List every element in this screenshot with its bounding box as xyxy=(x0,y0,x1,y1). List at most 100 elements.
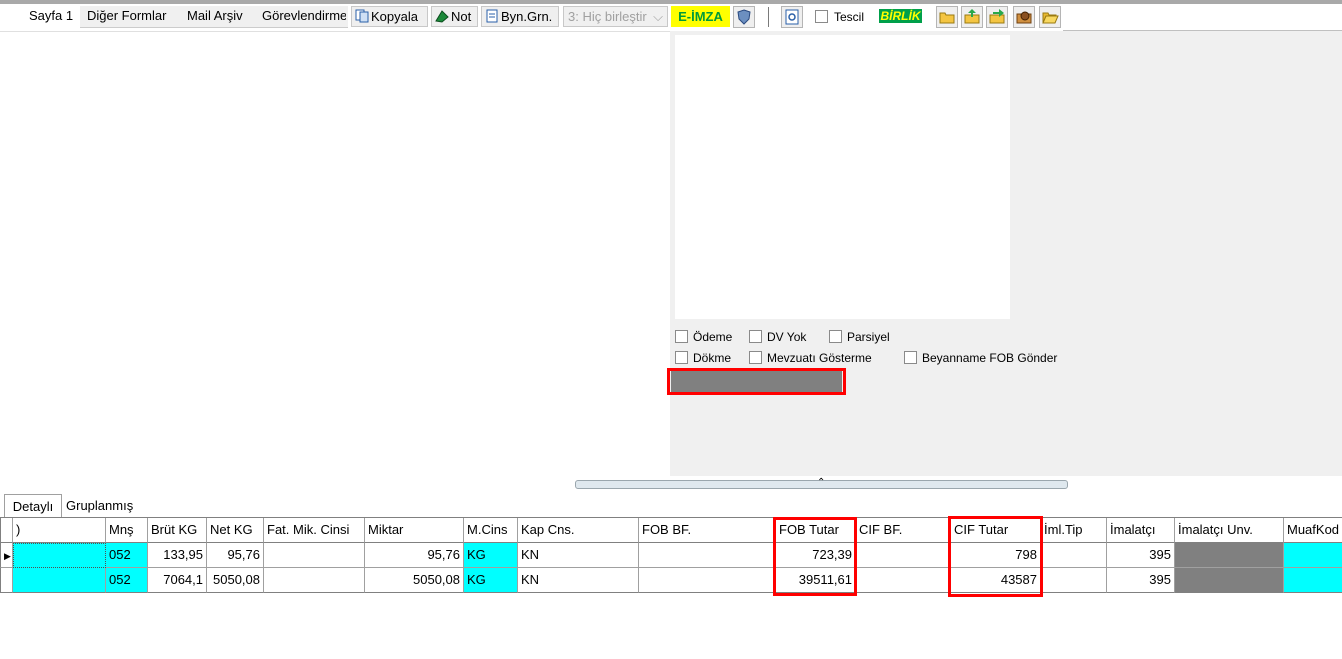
folder-arrow-icon xyxy=(989,9,1005,24)
note-icon xyxy=(435,9,449,23)
merge-select[interactable]: 3: Hiç birleştir ⌵ xyxy=(563,6,668,27)
table-cell-net-kg[interactable]: 95,76 xyxy=(207,543,264,568)
table-cell[interactable] xyxy=(13,568,106,593)
dokme-label: Dökme xyxy=(693,351,732,365)
chevron-down-icon: ⌵ xyxy=(653,9,663,24)
col-header-net-kg[interactable]: Net KG xyxy=(207,518,264,543)
parsiyel-label: Parsiyel xyxy=(847,330,890,344)
preview-box xyxy=(675,35,1010,319)
tab-mail-arsiv[interactable]: Mail Arşiv xyxy=(187,6,243,26)
mevzuati-checkbox[interactable] xyxy=(749,351,762,364)
copy-icon xyxy=(355,9,369,23)
table-cell-imalatci[interactable]: 395 xyxy=(1107,568,1175,593)
settings-folder-button[interactable] xyxy=(1013,6,1035,28)
copy-button[interactable]: Kopyala xyxy=(351,6,428,27)
open-file-button[interactable] xyxy=(1039,6,1061,28)
tab-detayli[interactable]: Detaylı xyxy=(4,494,62,519)
tab-gorevlendirme[interactable]: Görevlendirme xyxy=(262,6,346,26)
folder-icon xyxy=(939,12,955,24)
data-grid: ) Mnş Brüt KG Net KG Fat. Mik. Cinsi Mik… xyxy=(0,518,1342,595)
tescil-label: Tescil xyxy=(834,10,865,24)
tab-sayfa-1[interactable]: Sayfa 1 xyxy=(29,6,73,26)
col-header-kap-cns[interactable]: Kap Cns. xyxy=(518,518,639,543)
col-header-fat-mik-cinsi[interactable]: Fat. Mik. Cinsi xyxy=(264,518,365,543)
e-imza-button[interactable]: E-İMZA xyxy=(671,6,730,27)
col-header-fob-bf[interactable]: FOB BF. xyxy=(639,518,776,543)
table-cell-miktar[interactable]: 95,76 xyxy=(365,543,464,568)
toolbar-separator xyxy=(768,7,769,27)
row-indicator[interactable]: ▶ xyxy=(0,543,13,568)
parsiyel-checkbox[interactable] xyxy=(829,330,842,343)
table-cell-fob-bf[interactable] xyxy=(639,543,776,568)
col-header-0[interactable]: ) xyxy=(13,518,106,543)
birlik-button[interactable]: BİRLİK xyxy=(879,9,922,23)
table-cell-m-cins[interactable]: KG xyxy=(464,543,518,568)
table-cell-brut-kg[interactable]: 7064,1 xyxy=(148,568,207,593)
table-cell-cif-bf[interactable] xyxy=(856,568,951,593)
table-cell-fat-mik-cinsi[interactable] xyxy=(264,568,365,593)
splitter[interactable]: ⌃ xyxy=(575,477,1068,489)
note-label: Not xyxy=(451,9,472,24)
gear-folder-icon xyxy=(1016,11,1032,24)
table-cell-kap-cns[interactable]: KN xyxy=(518,568,639,593)
tab-diger-formlar[interactable]: Diğer Formlar xyxy=(87,6,166,26)
odeme-checkbox[interactable] xyxy=(675,330,688,343)
tescil-checkbox[interactable] xyxy=(815,10,828,23)
byn-grn-button[interactable]: Byn.Grn. xyxy=(481,6,559,27)
col-header-muafkod[interactable]: MuafKod xyxy=(1284,518,1342,543)
left-panel xyxy=(0,31,670,476)
dv-yok-label: DV Yok xyxy=(767,330,807,344)
table-cell-fat-mik-cinsi[interactable] xyxy=(264,543,365,568)
col-header-cif-bf[interactable]: CIF BF. xyxy=(856,518,951,543)
shield-button[interactable] xyxy=(733,6,755,28)
table-cell-kap-cns[interactable]: KN xyxy=(518,543,639,568)
row-indicator[interactable] xyxy=(0,568,13,593)
col-header-miktar[interactable]: Miktar xyxy=(365,518,464,543)
folder-up-icon xyxy=(964,9,980,24)
table-cell-muafkod[interactable] xyxy=(1284,543,1342,568)
table-cell-imalatci-unv[interactable] xyxy=(1175,568,1284,593)
byn-grn-label: Byn.Grn. xyxy=(501,9,553,24)
tab-gruplanmis[interactable]: Gruplanmış xyxy=(66,494,133,518)
highlight-box-gray-field xyxy=(667,368,846,395)
table-cell-iml-tip[interactable] xyxy=(1041,568,1107,593)
table-cell-miktar[interactable]: 5050,08 xyxy=(365,568,464,593)
shield-icon xyxy=(737,9,751,25)
col-header-imalatci[interactable]: İmalatçı xyxy=(1107,518,1175,543)
preview-button[interactable] xyxy=(781,6,803,28)
merge-select-value: 3: Hiç birleştir xyxy=(568,9,647,24)
beyanname-checkbox[interactable] xyxy=(904,351,917,364)
table-cell-m-cins[interactable]: KG xyxy=(464,568,518,593)
table-cell-mns[interactable]: 052 xyxy=(106,543,148,568)
beyanname-label: Beyanname FOB Gönder xyxy=(922,351,1058,365)
mevzuati-label: Mevzuatı Gösterme xyxy=(767,351,872,365)
table-cell-cif-bf[interactable] xyxy=(856,543,951,568)
magnifier-icon xyxy=(785,9,799,25)
col-header-m-cins[interactable]: M.Cins xyxy=(464,518,518,543)
note-button[interactable]: Not xyxy=(431,6,478,27)
table-cell-imalatci[interactable]: 395 xyxy=(1107,543,1175,568)
table-cell-brut-kg[interactable]: 133,95 xyxy=(148,543,207,568)
col-header-mns[interactable]: Mnş xyxy=(106,518,148,543)
current-row-icon: ▶ xyxy=(4,551,11,561)
folder-open-icon xyxy=(1042,12,1059,24)
col-header-brut-kg[interactable]: Brüt KG xyxy=(148,518,207,543)
highlight-box-cif-tutar xyxy=(948,516,1043,597)
left-panel-border xyxy=(0,31,670,32)
table-cell-muafkod[interactable] xyxy=(1284,568,1342,593)
table-cell-net-kg[interactable]: 5050,08 xyxy=(207,568,264,593)
table-cell[interactable] xyxy=(13,543,106,568)
dokme-checkbox[interactable] xyxy=(675,351,688,364)
open-folder-button[interactable] xyxy=(936,6,958,28)
dv-yok-checkbox[interactable] xyxy=(749,330,762,343)
table-cell-mns[interactable]: 052 xyxy=(106,568,148,593)
table-cell-fob-bf[interactable] xyxy=(639,568,776,593)
forward-folder-button[interactable] xyxy=(986,6,1008,28)
col-header-imalatci-unv[interactable]: İmalatçı Unv. xyxy=(1175,518,1284,543)
highlight-box-fob-tutar xyxy=(773,517,857,596)
upload-folder-button[interactable] xyxy=(961,6,983,28)
table-cell-iml-tip[interactable] xyxy=(1041,543,1107,568)
table-cell-imalatci-unv[interactable] xyxy=(1175,543,1284,568)
odeme-label: Ödeme xyxy=(693,330,733,344)
col-header-iml-tip[interactable]: İml.Tip xyxy=(1041,518,1107,543)
